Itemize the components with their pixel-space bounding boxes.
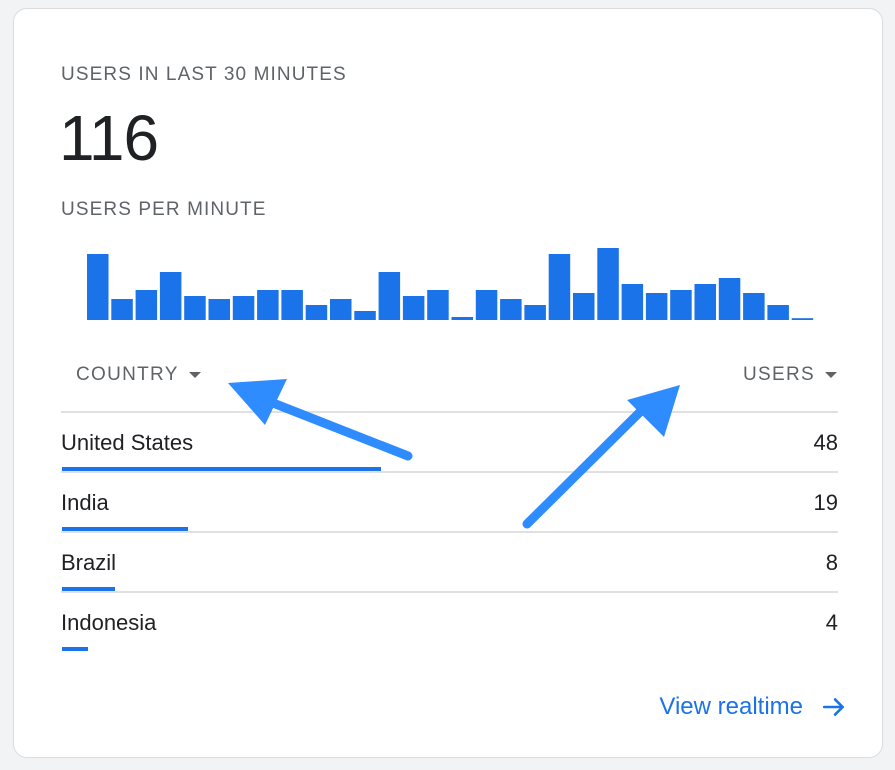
minute-bar xyxy=(184,296,206,320)
table-row[interactable]: Brazil 8 xyxy=(61,531,838,591)
minute-bar xyxy=(743,293,765,320)
caret-down-icon xyxy=(825,372,837,378)
minute-bar xyxy=(451,317,473,320)
minute-bar xyxy=(597,248,619,320)
minute-bar xyxy=(573,293,595,320)
country-table: United States 48 India 19 Brazil 8 Indon… xyxy=(61,411,838,651)
minute-bar xyxy=(281,290,303,320)
minute-bar xyxy=(791,318,814,320)
minute-bar xyxy=(257,290,279,320)
minute-bar xyxy=(305,305,328,320)
view-realtime-label: View realtime xyxy=(659,693,803,720)
users-count: 48 xyxy=(813,430,838,455)
users-per-minute-label: USERS PER MINUTE xyxy=(61,199,267,220)
users-metric-dropdown[interactable]: USERS xyxy=(743,364,837,386)
country-dimension-dropdown[interactable]: COUNTRY xyxy=(76,364,201,386)
minute-bar xyxy=(208,299,230,320)
minute-bar xyxy=(135,290,158,320)
users-count: 4 xyxy=(825,610,838,635)
total-users-value: 116 xyxy=(59,102,159,174)
users-count: 19 xyxy=(813,490,838,515)
country-header-label: COUNTRY xyxy=(76,364,179,385)
minute-bar xyxy=(427,290,449,320)
table-row[interactable]: India 19 xyxy=(61,471,838,531)
minute-bar xyxy=(694,284,716,320)
users-header-label: USERS xyxy=(743,364,815,385)
minute-bar xyxy=(111,299,133,320)
minute-bar xyxy=(500,299,522,320)
card-title: USERS IN LAST 30 MINUTES xyxy=(61,64,347,85)
minute-bar xyxy=(548,254,571,320)
country-name: Brazil xyxy=(61,550,117,575)
minute-bar xyxy=(524,305,546,320)
minute-bar xyxy=(87,254,109,320)
country-name: India xyxy=(61,490,109,515)
users-count: 8 xyxy=(825,550,838,575)
minute-bar xyxy=(670,290,692,320)
minute-bar xyxy=(767,305,789,320)
minute-bar xyxy=(645,293,668,320)
minute-bar xyxy=(159,272,182,320)
table-row[interactable]: Indonesia 4 xyxy=(61,591,838,651)
minute-bar xyxy=(330,299,352,320)
caret-down-icon xyxy=(188,372,201,378)
country-name: Indonesia xyxy=(61,610,157,635)
minute-bar xyxy=(354,311,376,320)
minute-bar xyxy=(402,296,425,320)
realtime-card: USERS IN LAST 30 MINUTES 116 USERS PER M… xyxy=(13,8,883,758)
country-name: United States xyxy=(61,430,194,455)
minute-bar xyxy=(475,290,498,320)
view-realtime-link[interactable]: View realtime xyxy=(659,693,847,721)
minute-bar xyxy=(718,278,741,320)
minute-bar xyxy=(621,284,644,320)
arrow-right-icon xyxy=(822,698,844,716)
table-row[interactable]: United States 48 xyxy=(61,411,838,471)
share-bar xyxy=(62,647,88,651)
minute-bar xyxy=(232,296,255,320)
minute-bar xyxy=(378,272,401,320)
